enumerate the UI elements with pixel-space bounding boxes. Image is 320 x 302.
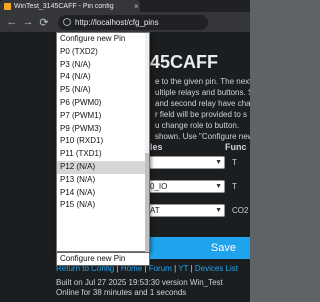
dropdown-option[interactable]: P10 (RXD1) (57, 135, 149, 148)
dropdown-option[interactable]: P6 (PWM0) (57, 97, 149, 110)
link-yt[interactable]: YT (178, 264, 188, 273)
scrollbar-thumb[interactable] (145, 153, 149, 253)
dropdown-option[interactable]: P3 (N/A) (57, 59, 149, 72)
page-title: 45CAFF (150, 52, 219, 72)
site-info-icon[interactable] (63, 18, 71, 26)
chevron-down-icon: ▼ (215, 183, 222, 190)
function-value: T (232, 158, 237, 167)
page-content: 45CAFF e to the given pin. The next ulti… (0, 32, 250, 302)
tab-title: WinTest_3145CAFF - Pin config (14, 2, 114, 10)
build-line: Built on Jul 27 2025 19:53:30 version Wi… (56, 278, 223, 287)
info-line: r field will be provided to s (155, 110, 248, 119)
function-value: CO2 (232, 206, 249, 215)
chevron-down-icon: ▼ (215, 207, 222, 214)
forward-icon[interactable]: → (20, 16, 36, 28)
reload-icon[interactable]: ⟳ (36, 16, 52, 29)
dropdown-option[interactable]: Configure new Pin (57, 33, 149, 46)
dropdown-option[interactable]: P11 (TXD1) (57, 148, 149, 161)
address-bar: ← → ⟳ http://localhost/cfg_pins (0, 12, 250, 32)
uptime-line: Online for 38 minutes and 1 seconds (56, 288, 187, 297)
role-select-value: 0_IO (150, 182, 168, 191)
chevron-down-icon: ▼ (215, 159, 222, 166)
role-select[interactable]: 0_IO ▼ (145, 180, 225, 193)
link-forum[interactable]: Forum (149, 264, 172, 273)
favicon-icon (4, 2, 11, 10)
info-line: and second relay have chan (155, 99, 250, 108)
url-input[interactable]: http://localhost/cfg_pins (58, 14, 208, 30)
info-text: e to the given pin. The next ultiple rel… (155, 76, 250, 142)
dropdown-option[interactable]: P14 (N/A) (57, 187, 149, 200)
pin-dropdown-list[interactable]: Configure new Pin P0 (TXD2) P3 (N/A) P4 … (56, 32, 150, 261)
browser-tab-bar: WinTest_3145CAFF - Pin config × (0, 0, 250, 12)
dropdown-option-hovered[interactable]: P12 (N/A) (57, 160, 149, 174)
dropdown-option[interactable]: P15 (N/A) (57, 199, 149, 212)
url-text: http://localhost/cfg_pins (75, 17, 159, 27)
column-header-function: Func (225, 142, 247, 152)
dropdown-option[interactable]: P9 (PWM3) (57, 123, 149, 136)
dropdown-option[interactable]: P13 (N/A) (57, 174, 149, 187)
info-line: e to the given pin. The next (155, 77, 250, 86)
column-header-roles: les (150, 142, 163, 152)
back-icon[interactable]: ← (4, 16, 20, 28)
pin-select[interactable]: Configure new Pin (56, 252, 150, 266)
info-line: ultiple relays and buttons. S (155, 88, 250, 97)
build-info: Built on Jul 27 2025 19:53:30 version Wi… (56, 278, 223, 298)
role-select[interactable]: ▼ (145, 156, 225, 169)
dropdown-scrollbar[interactable] (145, 33, 149, 261)
role-select[interactable]: AT ▼ (145, 204, 225, 217)
dropdown-option[interactable]: P5 (N/A) (57, 84, 149, 97)
role-select-value: AT (150, 206, 160, 215)
dropdown-option[interactable]: P4 (N/A) (57, 71, 149, 84)
info-line: u change role to button. (155, 121, 240, 130)
dropdown-option[interactable]: P0 (TXD2) (57, 46, 149, 59)
info-line: shown. Use "Configure new (155, 132, 250, 141)
function-value: T (232, 182, 237, 191)
browser-tab[interactable]: WinTest_3145CAFF - Pin config × (0, 0, 140, 12)
link-devices-list[interactable]: Devices List (195, 264, 238, 273)
close-icon[interactable]: × (134, 2, 139, 11)
dropdown-option[interactable]: P7 (PWM1) (57, 110, 149, 123)
